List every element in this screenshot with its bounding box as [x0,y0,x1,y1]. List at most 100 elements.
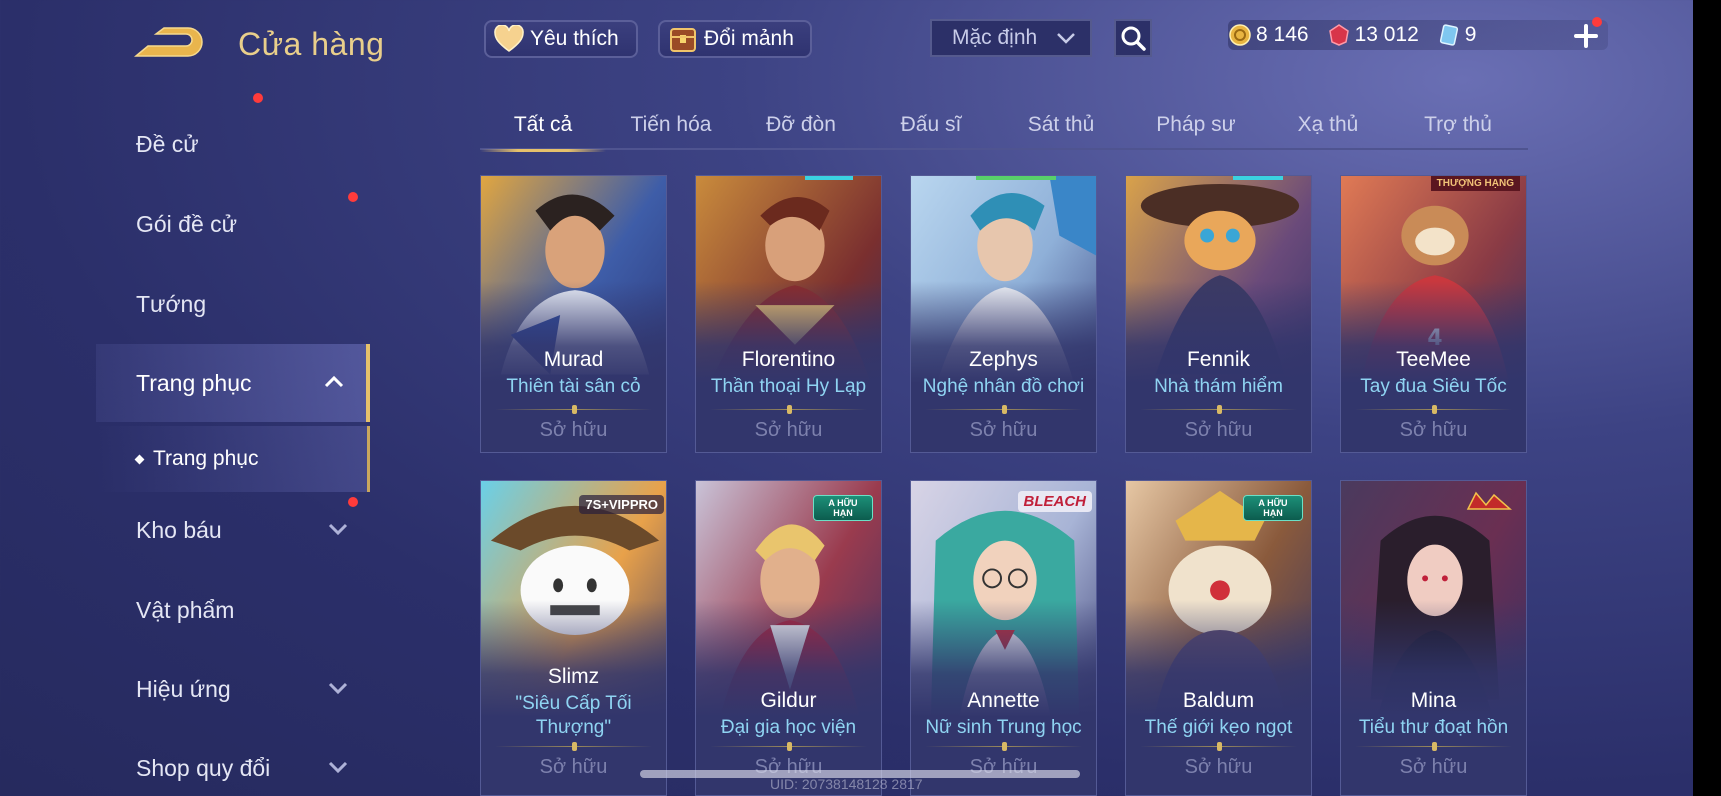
owned-status: Sở hữu [1184,419,1253,441]
tab-support[interactable]: Trợ thủ [1390,100,1526,150]
chevron-down-icon [328,682,348,695]
category-tabs: Tất cả Tiến hóa Đỡ đòn Đấu sĩ Sát thủ Ph… [480,100,1528,152]
tab-all[interactable]: Tất cả [480,100,606,152]
bullet-diamond-icon [134,454,145,464]
hero-name: Annette [967,689,1040,712]
skin-card[interactable]: A HỮU HẠN Baldum Thế giới kẹo ngọt Sở hữ… [1125,480,1312,796]
tab-assassin[interactable]: Sát thủ [996,100,1126,150]
divider [1140,746,1297,747]
skin-name: Thiên tài sân cỏ [506,376,641,397]
user-id-text: UID: 20738148128 2817 [770,776,923,792]
premium-badge: THƯỢNG HẠNG [1430,176,1520,191]
owned-status: Sở hữu [969,419,1038,441]
favorites-label: Yêu thích [530,27,619,50]
plus-icon [1574,24,1598,48]
skin-card[interactable]: Florentino Thần thoại Hy Lạp Sở hữu [695,175,882,453]
skin-card[interactable]: Mina Tiểu thư đoạt hồn Sở hữu [1340,480,1527,796]
sidebar-item-label: Đề cử [136,130,199,157]
bleach-badge: BLEACH [1017,491,1092,512]
gold-amount: 8 146 [1256,23,1309,46]
hero-name: Florentino [741,348,836,371]
skin-name: Nhà thám hiểm [1154,376,1283,397]
tab-tank[interactable]: Đỡ đòn [736,100,866,150]
screen-edge [1693,0,1721,796]
hero-name: TeeMee [1396,348,1471,371]
divider [710,746,867,747]
sidebar-item-label: Tướng [136,290,207,317]
sidebar-item-recommended-packs[interactable]: Gói đề cử [96,93,370,263]
sidebar-subitem-skins[interactable]: Trang phục [96,426,370,492]
owned-status: Sở hữu [754,419,823,441]
favorites-button[interactable]: Yêu thích [484,20,638,58]
tab-mage[interactable]: Pháp sư [1126,100,1266,150]
skin-card[interactable]: Murad Thiên tài sân cỏ Sở hữu [480,175,667,453]
ticket-icon [1437,23,1461,47]
tab-marksman[interactable]: Xạ thủ [1266,100,1390,150]
notification-dot [348,192,358,202]
hero-name: Murad [543,348,604,371]
ruby-voucher-icon [1327,23,1351,47]
hero-name: Fennik [1186,348,1251,371]
sidebar-item-skins[interactable]: Trang phục [96,344,370,422]
search-button[interactable] [1114,19,1152,57]
skin-name: Tiểu thư đoạt hồn [1358,717,1509,738]
card-top-strip [1233,176,1283,180]
heart-icon [492,22,526,56]
skin-name: Thần thoại Hy Lạp [710,376,867,397]
skin-card[interactable]: BLEACH Annette Nữ sinh Trung học Sở hữu [910,480,1097,796]
sidebar-item-recommended[interactable]: Đề cử [96,105,370,183]
skin-card[interactable]: 7S+VIPPRO Slimz "Siêu Cấp Tối Thượng" Sở… [480,480,667,796]
skin-name: Thế giới kẹo ngọt [1144,717,1293,738]
voucher-amount: 13 012 [1354,23,1419,46]
gold-coin-icon [1228,23,1252,47]
chevron-up-icon [324,375,344,388]
sidebar-item-effects[interactable]: Hiệu ứng [96,650,370,728]
limited-badge: A HỮU HẠN [813,495,873,521]
gold-balance: 8 146 [1228,23,1309,47]
back-button[interactable] [133,24,208,62]
sort-dropdown[interactable]: Mặc định [930,19,1092,57]
skin-card[interactable]: Zephys Nghệ nhân đồ chơi Sở hữu [910,175,1097,453]
hero-name: Zephys [969,348,1038,371]
owned-status: Sở hữu [1399,756,1468,778]
event-badge-icon [1460,489,1518,516]
sidebar-item-exchange-shop[interactable]: Shop quy đổi [96,729,370,796]
notification-dot [1592,17,1602,27]
hero-name: Mina [1410,689,1457,712]
skin-name: Nữ sinh Trung học [925,717,1082,738]
exchange-fragments-button[interactable]: Đổi mảnh [658,20,812,58]
divider [495,746,652,747]
sidebar-item-heroes[interactable]: Tướng [96,265,370,343]
divider [925,409,1082,410]
chevron-down-icon [1057,33,1075,44]
tab-fighter[interactable]: Đấu sĩ [866,100,996,150]
limited-badge: A HỮU HẠN [1243,495,1303,521]
sidebar-subitem-label: Trang phục [153,447,259,470]
home-indicator[interactable] [640,770,1080,778]
card-top-strip [976,176,1056,180]
skin-card[interactable]: Fennik Nhà thám hiểm Sở hữu [1125,175,1312,453]
notification-dot [253,93,263,103]
divider [1355,409,1512,410]
back-arrow-icon [133,27,203,57]
sort-selected-value: Mặc định [952,26,1038,49]
treasure-chest-icon [666,22,700,56]
owned-status: Sở hữu [539,756,608,778]
sidebar-item-label: Vật phẩm [136,596,235,623]
sidebar-item-items[interactable]: Vật phẩm [96,571,370,649]
owned-status: Sở hữu [1184,756,1253,778]
card-top-strip [805,176,853,180]
skin-card[interactable]: 4 THƯỢNG HẠNG TeeMee Tay đua Siêu Tốc Sở… [1340,175,1527,453]
sidebar-item-treasure[interactable]: Kho báu [96,491,370,569]
voucher-balance: 13 012 [1327,23,1419,47]
hero-name: Gildur [760,689,817,712]
tab-evolution[interactable]: Tiến hóa [606,100,736,150]
sidebar-item-label: Trang phục [136,369,252,396]
hero-name: Slimz [547,665,600,688]
skin-card[interactable]: A HỮU HẠN Gildur Đại gia học viện Sở hữu [695,480,882,796]
page-title: Cửa hàng [238,26,385,62]
divider [495,409,652,410]
divider [925,746,1082,747]
divider [1355,746,1512,747]
skin-name: Đại gia học viện [720,717,857,738]
